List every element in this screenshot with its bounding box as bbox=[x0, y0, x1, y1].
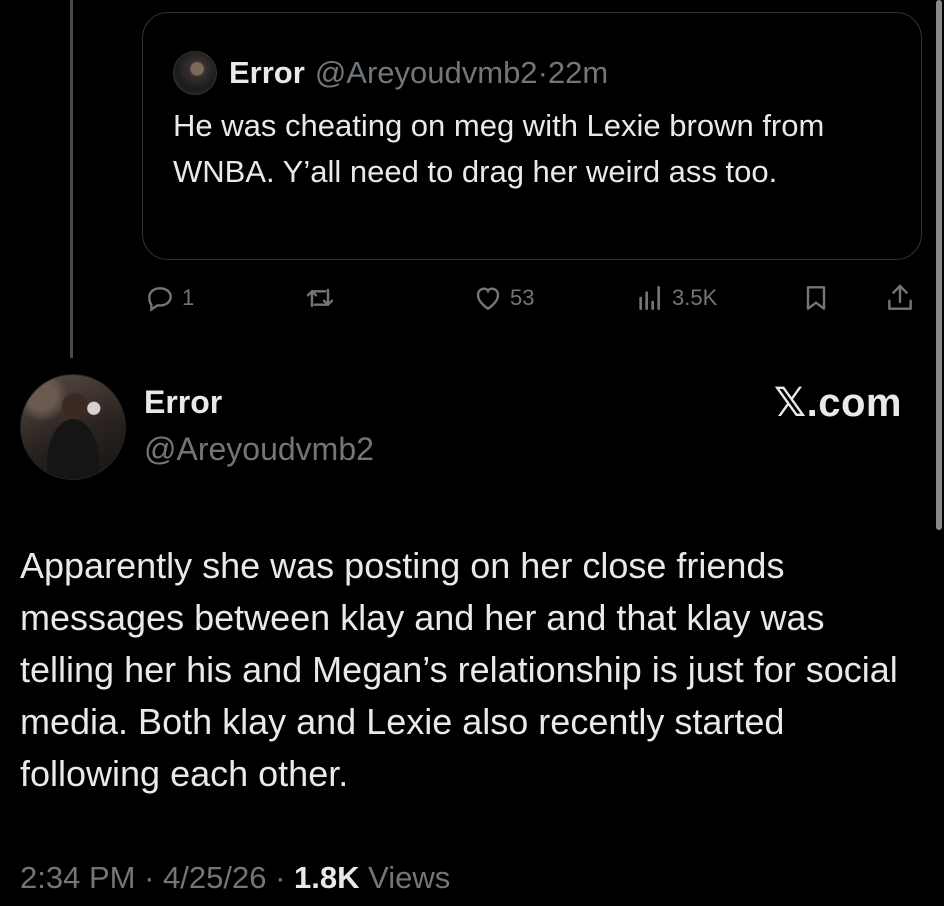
meta-separator: · bbox=[537, 55, 548, 90]
post-views-label: Views bbox=[359, 860, 451, 895]
share-icon bbox=[888, 284, 912, 310]
author-name[interactable]: Error bbox=[144, 384, 374, 421]
like-count: 53 bbox=[510, 285, 535, 310]
share-button[interactable] bbox=[884, 282, 916, 314]
reply-button[interactable]: 1 bbox=[144, 282, 194, 314]
action-bar: 1 53 3.5K bbox=[0, 278, 944, 318]
post-text: Apparently she was posting on her close … bbox=[20, 545, 898, 794]
post-views-count: 1.8K bbox=[294, 860, 360, 895]
x-brand-logo: 𝕏.com bbox=[773, 381, 902, 425]
like-button[interactable]: 53 bbox=[472, 282, 534, 314]
repost-button[interactable] bbox=[304, 282, 336, 314]
author-block: Error @Areyoudvmb2 bbox=[144, 384, 374, 468]
post-date[interactable]: 4/25/26 bbox=[163, 860, 266, 895]
post-meta: 2:34 PM · 4/25/26 · 1.8K Views bbox=[20, 860, 450, 896]
scrollbar[interactable] bbox=[936, 0, 942, 530]
quoted-author-avatar[interactable] bbox=[173, 51, 217, 95]
author-avatar[interactable] bbox=[20, 374, 126, 480]
quoted-post-card[interactable]: Error @Areyoudvmb2 · 22m He was cheating… bbox=[142, 12, 922, 260]
quoted-author-handle[interactable]: @Areyoudvmb2 bbox=[315, 55, 538, 91]
views-count: 3.5K bbox=[672, 285, 718, 310]
bookmark-button[interactable] bbox=[800, 282, 832, 314]
meta-separator: · bbox=[135, 860, 164, 895]
reply-count: 1 bbox=[182, 285, 195, 310]
author-handle[interactable]: @Areyoudvmb2 bbox=[144, 431, 374, 468]
like-icon bbox=[476, 287, 500, 311]
quoted-author-name[interactable]: Error bbox=[229, 55, 305, 91]
meta-separator: · bbox=[266, 860, 295, 895]
views-button[interactable]: 3.5K bbox=[634, 282, 717, 314]
reply-icon bbox=[148, 287, 172, 312]
quoted-post-header: Error @Areyoudvmb2 · 22m bbox=[173, 51, 608, 95]
quoted-post-text: He was cheating on meg with Lexie brown … bbox=[173, 108, 825, 189]
repost-icon bbox=[306, 288, 334, 308]
bookmark-icon bbox=[806, 286, 826, 310]
post-time[interactable]: 2:34 PM bbox=[20, 860, 135, 895]
quoted-post-time[interactable]: 22m bbox=[548, 55, 608, 91]
views-icon bbox=[639, 286, 660, 310]
